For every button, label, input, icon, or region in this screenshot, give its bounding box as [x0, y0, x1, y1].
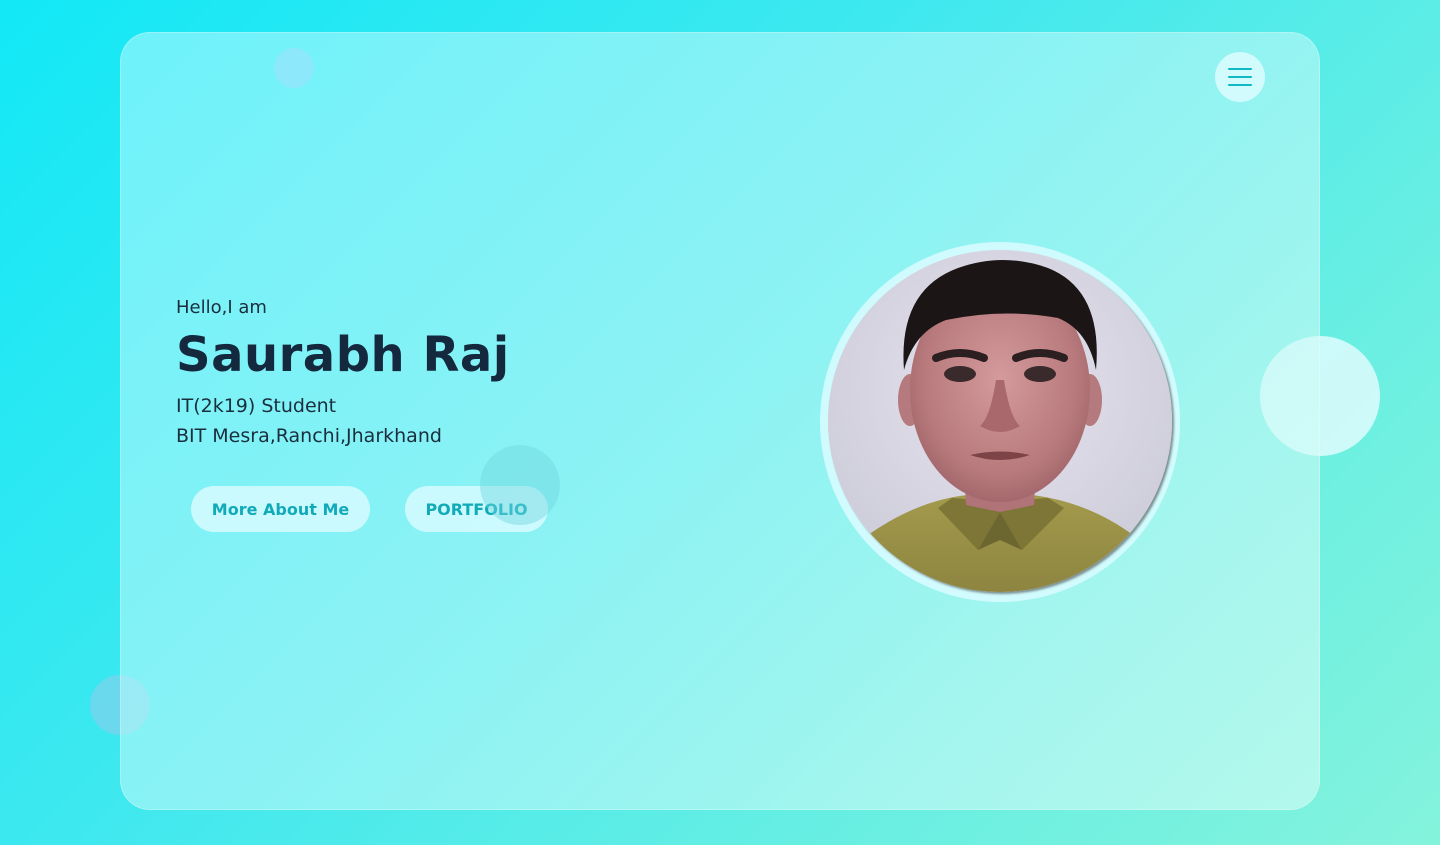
profile-portrait-image: [828, 250, 1172, 592]
profile-role: IT(2k19) Student: [176, 395, 337, 417]
greeting-text: Hello,I am: [176, 297, 267, 318]
intro-section: Hello,I am Saurabh Raj IT(2k19) Student …: [176, 295, 510, 451]
menu-button[interactable]: [1215, 52, 1265, 102]
hamburger-menu-icon-line: [1228, 84, 1252, 86]
more-about-me-button[interactable]: More About Me: [191, 486, 370, 532]
profile-college: BIT Mesra,Ranchi,Jharkhand: [176, 425, 442, 447]
decorative-bubble-middle: [480, 445, 560, 525]
hamburger-menu-icon-line: [1228, 76, 1252, 78]
hamburger-menu-icon: [1228, 68, 1252, 70]
profile-photo: [828, 250, 1172, 592]
profile-name: Saurabh Raj: [176, 327, 510, 383]
